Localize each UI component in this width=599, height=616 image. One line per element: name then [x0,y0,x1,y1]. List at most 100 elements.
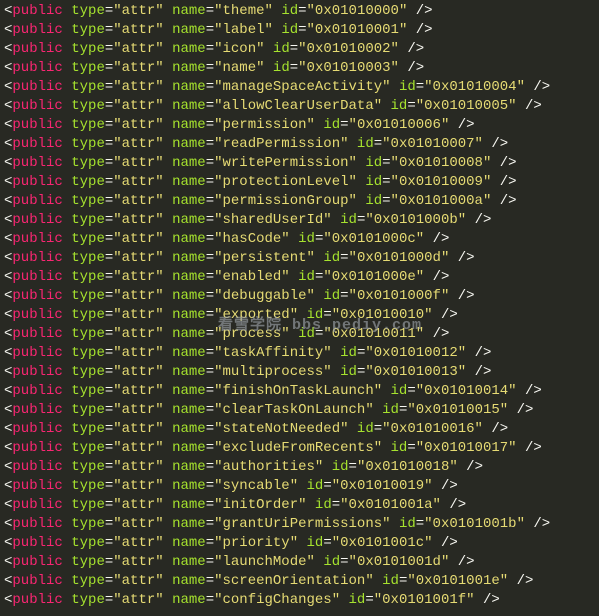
attr-key-name: name [172,440,206,456]
self-close: /> [466,459,483,475]
attr-key-type: type [71,250,105,266]
attr-key-name: name [172,60,206,76]
attr-key-id: id [323,250,340,266]
attr-val-type: "attr" [113,193,163,209]
equals: = [416,79,424,95]
tag-name: public [12,212,62,228]
code-line: <public type="attr" name="hasCode" id="0… [4,230,595,249]
equals: = [206,98,214,114]
attr-val-name: "taskAffinity" [214,345,332,361]
attr-val-type: "attr" [113,155,163,171]
attr-key-name: name [172,212,206,228]
equals: = [323,535,331,551]
equals: = [105,117,113,133]
attr-val-type: "attr" [113,459,163,475]
attr-val-name: "priority" [214,535,298,551]
attr-val-id: "0x01010008" [391,155,492,171]
attr-key-name: name [172,193,206,209]
self-close: /> [458,117,475,133]
attr-key-type: type [71,440,105,456]
code-line: <public type="attr" name="multiprocess" … [4,363,595,382]
attr-val-id: "0x01010017" [416,440,517,456]
attr-val-name: "persistent" [214,250,315,266]
equals: = [374,136,382,152]
self-close: /> [525,440,542,456]
self-close: /> [533,516,550,532]
equals: = [206,326,214,342]
attr-val-id: "0x0101001b" [424,516,525,532]
code-line: <public type="attr" name="theme" id="0x0… [4,2,595,21]
attr-key-type: type [71,573,105,589]
attr-key-name: name [172,497,206,513]
self-close: /> [433,231,450,247]
attr-val-id: "0x0101000f" [349,288,450,304]
tag-name: public [12,193,62,209]
attr-val-name: "debuggable" [214,288,315,304]
attr-key-name: name [172,269,206,285]
code-line: <public type="attr" name="readPermission… [4,135,595,154]
code-line: <public type="attr" name="permissionGrou… [4,192,595,211]
tag-name: public [12,402,62,418]
attr-key-id: id [365,193,382,209]
equals: = [105,22,113,38]
attr-val-type: "attr" [113,212,163,228]
attr-val-id: "0x0101000d" [349,250,450,266]
attr-val-name: "label" [214,22,273,38]
self-close: /> [491,421,508,437]
attr-val-name: "configChanges" [214,592,340,608]
attr-key-id: id [323,288,340,304]
equals: = [105,345,113,361]
self-close: /> [475,364,492,380]
attr-key-type: type [71,155,105,171]
tag-name: public [12,155,62,171]
attr-key-id: id [298,326,315,342]
attr-key-type: type [71,478,105,494]
attr-val-type: "attr" [113,41,163,57]
attr-key-name: name [172,155,206,171]
equals: = [332,497,340,513]
tag-name: public [12,459,62,475]
equals: = [105,288,113,304]
tag-name: public [12,288,62,304]
code-line: <public type="attr" name="name" id="0x01… [4,59,595,78]
attr-key-name: name [172,459,206,475]
equals: = [105,326,113,342]
code-line: <public type="attr" name="initOrder" id=… [4,496,595,515]
attr-val-id: "0x01010004" [424,79,525,95]
attr-key-name: name [172,516,206,532]
self-close: /> [407,41,424,57]
self-close: /> [475,212,492,228]
equals: = [206,41,214,57]
attr-key-name: name [172,174,206,190]
attr-val-name: "syncable" [214,478,298,494]
tag-name: public [12,364,62,380]
equals: = [105,250,113,266]
attr-val-name: "allowClearUserData" [214,98,382,114]
attr-val-name: "grantUriPermissions" [214,516,390,532]
attr-key-name: name [172,117,206,133]
tag-name: public [12,478,62,494]
self-close: /> [475,345,492,361]
attr-val-type: "attr" [113,478,163,494]
attr-key-id: id [273,60,290,76]
self-close: /> [458,250,475,266]
equals: = [206,174,214,190]
equals: = [206,554,214,570]
equals: = [105,402,113,418]
tag-name: public [12,592,62,608]
attr-key-type: type [71,22,105,38]
equals: = [206,592,214,608]
attr-key-name: name [172,79,206,95]
attr-val-type: "attr" [113,535,163,551]
equals: = [105,231,113,247]
equals: = [206,79,214,95]
equals: = [298,3,306,19]
attr-val-type: "attr" [113,497,163,513]
attr-val-type: "attr" [113,573,163,589]
tag-name: public [12,231,62,247]
equals: = [290,60,298,76]
attr-key-type: type [71,231,105,247]
attr-val-id: "0x0101001c" [332,535,433,551]
attr-key-id: id [391,98,408,114]
code-line: <public type="attr" name="icon" id="0x01… [4,40,595,59]
